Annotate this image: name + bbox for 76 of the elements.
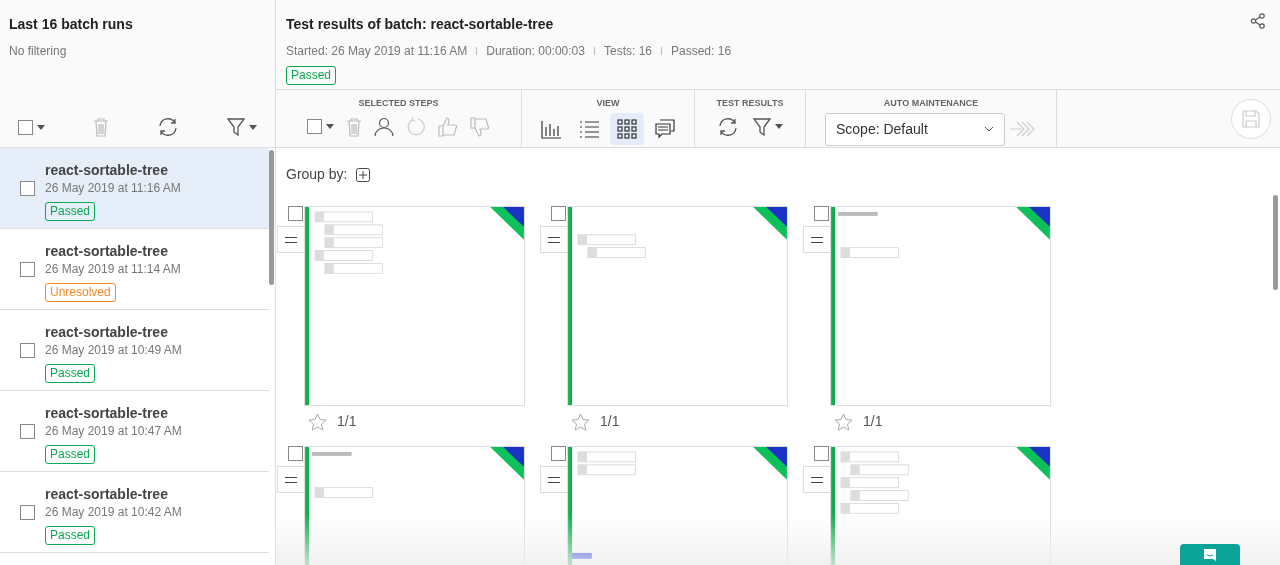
batch-meta: Tests: 16 bbox=[604, 43, 652, 60]
scope-dropdown[interactable]: Scope: Default bbox=[825, 112, 1005, 146]
trash-icon[interactable] bbox=[346, 116, 362, 137]
star-icon[interactable] bbox=[308, 412, 327, 431]
status-badge: Passed bbox=[286, 66, 337, 85]
group-label: AUTO MAINTENANCE bbox=[883, 97, 979, 110]
group-label: VIEW bbox=[596, 97, 620, 110]
batch-name: react-sortable-tree bbox=[45, 162, 168, 178]
batch-item[interactable]: react-sortable-tree 26 May 2019 at 11:16 AM Passed bbox=[0, 148, 269, 229]
chat-icon bbox=[1203, 547, 1217, 562]
batch-meta: Duration: 00:00:03 bbox=[486, 43, 585, 60]
batch-date: 26 May 2019 at 10:42 AM bbox=[45, 504, 182, 521]
checkbox[interactable] bbox=[288, 446, 303, 461]
refresh-icon[interactable] bbox=[717, 116, 739, 137]
drag-handle[interactable] bbox=[540, 466, 568, 493]
drag-handle[interactable] bbox=[540, 226, 568, 253]
person-icon[interactable] bbox=[374, 116, 394, 137]
batch-name: react-sortable-tree bbox=[45, 405, 168, 421]
thumbs-down-icon[interactable] bbox=[470, 116, 490, 137]
chat-button[interactable] bbox=[1180, 544, 1240, 565]
refresh-icon[interactable] bbox=[157, 117, 179, 137]
star-icon[interactable] bbox=[571, 412, 590, 431]
select-all-checkbox[interactable] bbox=[18, 119, 33, 135]
checkbox[interactable] bbox=[814, 446, 829, 461]
checkbox[interactable] bbox=[20, 505, 35, 520]
step-count: 1/1 bbox=[600, 412, 620, 431]
checkbox[interactable] bbox=[20, 343, 35, 358]
batch-title: Test results of batch: react-sortable-tree bbox=[286, 15, 554, 34]
caret-icon bbox=[775, 124, 783, 129]
add-icon[interactable] bbox=[356, 167, 371, 182]
filter-dropdown[interactable] bbox=[753, 116, 783, 137]
group-by-label: Group by: bbox=[286, 165, 348, 184]
status-badge: Unresolved bbox=[45, 283, 116, 302]
status-badge: Passed bbox=[45, 202, 96, 221]
drag-handle[interactable] bbox=[803, 466, 831, 493]
group-label: SELECTED STEPS bbox=[358, 97, 439, 110]
trash-icon[interactable] bbox=[93, 117, 109, 137]
status-badge: Passed bbox=[45, 445, 96, 464]
scrollbar[interactable] bbox=[269, 150, 274, 285]
checkbox[interactable] bbox=[551, 446, 566, 461]
checkbox[interactable] bbox=[20, 262, 35, 277]
share-icon[interactable] bbox=[1250, 13, 1266, 29]
status-badge: Passed bbox=[45, 364, 96, 383]
drag-handle[interactable] bbox=[277, 226, 305, 253]
group-label: TEST RESULTS bbox=[716, 97, 784, 110]
batch-name: react-sortable-tree bbox=[45, 243, 168, 259]
select-steps-checkbox[interactable] bbox=[307, 119, 322, 134]
status-badge: Passed bbox=[45, 526, 96, 545]
step-count: 1/1 bbox=[863, 412, 883, 431]
chevron-down-icon bbox=[984, 126, 994, 132]
checkbox[interactable] bbox=[814, 206, 829, 221]
panel-title: Last 16 batch runs bbox=[9, 15, 134, 34]
checkbox[interactable] bbox=[20, 424, 35, 439]
caret-icon[interactable] bbox=[326, 124, 334, 129]
batch-name: react-sortable-tree bbox=[45, 486, 168, 502]
batch-meta: Started: 26 May 2019 at 11:16 AM bbox=[286, 43, 468, 60]
caret-icon bbox=[249, 124, 257, 130]
thumbs-up-icon[interactable] bbox=[438, 116, 458, 137]
filter-dropdown[interactable] bbox=[227, 117, 257, 137]
checkbox[interactable] bbox=[20, 181, 35, 196]
checkbox[interactable] bbox=[551, 206, 566, 221]
caret-icon[interactable] bbox=[37, 124, 45, 130]
batch-date: 26 May 2019 at 10:49 AM bbox=[45, 342, 182, 359]
batch-date: 26 May 2019 at 11:14 AM bbox=[45, 261, 181, 278]
step-count: 1/1 bbox=[337, 412, 357, 431]
checkbox[interactable] bbox=[288, 206, 303, 221]
filter-status: No filtering bbox=[9, 43, 68, 60]
batch-date: 26 May 2019 at 10:47 AM bbox=[45, 423, 182, 440]
drag-handle[interactable] bbox=[277, 466, 305, 493]
scrollbar[interactable] bbox=[1273, 195, 1278, 290]
drag-handle[interactable] bbox=[803, 226, 831, 253]
grid-icon[interactable] bbox=[610, 112, 644, 145]
batch-name: react-sortable-tree bbox=[45, 324, 168, 340]
batch-meta: Passed: 16 bbox=[671, 43, 732, 60]
batch-date: 26 May 2019 at 11:16 AM bbox=[45, 180, 181, 197]
star-icon[interactable] bbox=[834, 412, 853, 431]
